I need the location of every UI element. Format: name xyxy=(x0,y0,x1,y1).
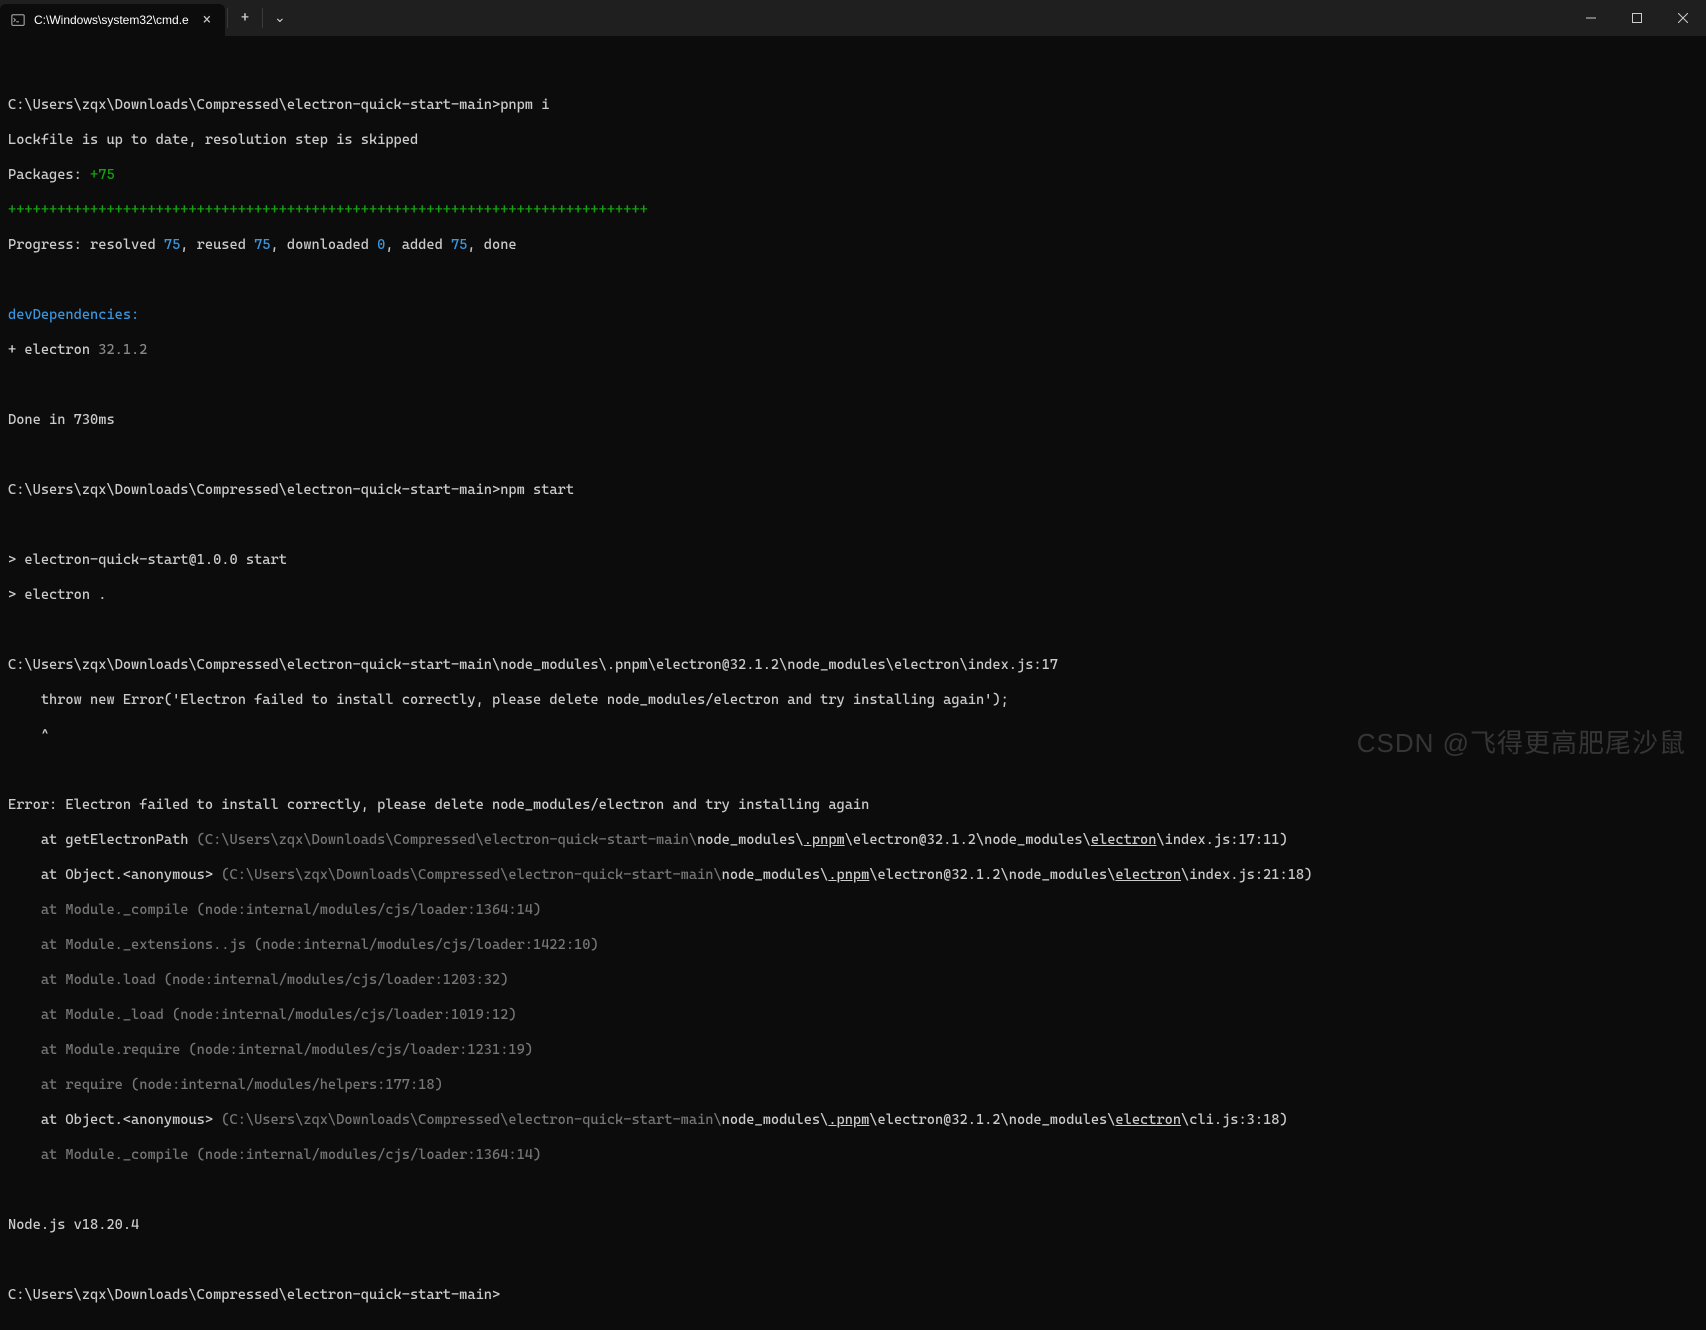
titlebar: C:\Windows\system32\cmd.e × + ⌄ xyxy=(0,0,1706,36)
tab-dropdown-button[interactable]: ⌄ xyxy=(265,0,295,36)
error-message: Error: Electron failed to install correc… xyxy=(8,797,1698,815)
command: npm start xyxy=(500,482,574,498)
tab-close-button[interactable]: × xyxy=(197,11,217,29)
output-line: Done in 730ms xyxy=(8,412,1698,430)
stack-frame: at Module._extensions..js (node:internal… xyxy=(8,937,1698,955)
section-header: devDependencies: xyxy=(8,307,1698,325)
output-line: Lockfile is up to date, resolution step … xyxy=(8,132,1698,150)
terminal-output[interactable]: C:\Users\zqx\Downloads\Compressed\electr… xyxy=(0,36,1706,1330)
close-window-button[interactable] xyxy=(1660,0,1706,36)
output-line: > electron-quick-start@1.0.0 start xyxy=(8,552,1698,570)
prompt: C:\Users\zqx\Downloads\Compressed\electr… xyxy=(8,482,500,498)
node-version: Node.js v18.20.4 xyxy=(8,1217,1698,1235)
cmd-icon xyxy=(10,12,26,28)
output-line: > electron . xyxy=(8,587,1698,605)
error-line: throw new Error('Electron failed to inst… xyxy=(8,692,1698,710)
prompt: C:\Users\zqx\Downloads\Compressed\electr… xyxy=(8,1287,1698,1305)
stack-frame: at Module._compile (node:internal/module… xyxy=(8,1147,1698,1165)
terminal-tab[interactable]: C:\Windows\system32\cmd.e × xyxy=(0,4,225,36)
package-count: +75 xyxy=(90,167,115,183)
tab-divider xyxy=(227,8,228,28)
error-location: C:\Users\zqx\Downloads\Compressed\electr… xyxy=(8,657,1698,675)
stack-frame: at Module.load (node:internal/modules/cj… xyxy=(8,972,1698,990)
stack-frame: at Module._compile (node:internal/module… xyxy=(8,902,1698,920)
stack-frame: at Module._load (node:internal/modules/c… xyxy=(8,1007,1698,1025)
window-controls xyxy=(1568,0,1706,36)
minimize-button[interactable] xyxy=(1568,0,1614,36)
prompt: C:\Users\zqx\Downloads\Compressed\electr… xyxy=(8,97,500,113)
new-tab-button[interactable]: + xyxy=(230,0,260,36)
stack-frame: at require (node:internal/modules/helper… xyxy=(8,1077,1698,1095)
maximize-button[interactable] xyxy=(1614,0,1660,36)
tab-divider-2 xyxy=(262,8,263,28)
progress-bar: ++++++++++++++++++++++++++++++++++++++++… xyxy=(8,202,1698,220)
command: pnpm i xyxy=(500,97,549,113)
stack-frame: at Module.require (node:internal/modules… xyxy=(8,1042,1698,1060)
watermark: CSDN @飞得更高肥尾沙鼠 xyxy=(1357,723,1686,760)
output-text: Packages: xyxy=(8,167,90,183)
tab-title: C:\Windows\system32\cmd.e xyxy=(34,13,189,27)
